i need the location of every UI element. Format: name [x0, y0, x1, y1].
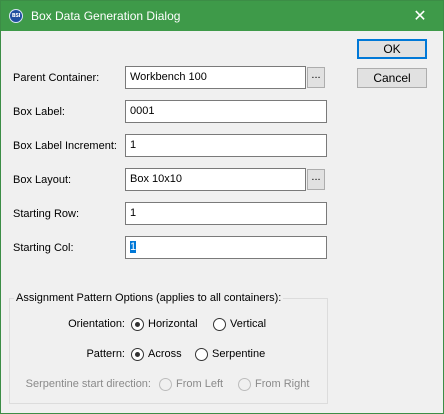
- ok-button[interactable]: OK: [357, 39, 427, 59]
- box-layout-label: Box Layout:: [13, 174, 72, 186]
- serpentine-from-left-radio: [159, 378, 172, 391]
- box-label-label: Box Label:: [13, 106, 65, 118]
- serpentine-start-label: Serpentine start direction:: [25, 378, 151, 390]
- pattern-serpentine-label[interactable]: Serpentine: [212, 348, 265, 360]
- orientation-horizontal-radio[interactable]: [131, 318, 144, 331]
- orientation-label: Orientation:: [68, 318, 125, 330]
- orientation-vertical-radio[interactable]: [213, 318, 226, 331]
- box-label-increment-label: Box Label Increment:: [13, 140, 117, 152]
- starting-row-label: Starting Row:: [13, 208, 80, 220]
- orientation-vertical-label[interactable]: Vertical: [230, 318, 266, 330]
- starting-row-field[interactable]: 1: [125, 202, 327, 225]
- assignment-pattern-title: Assignment Pattern Options (applies to a…: [14, 292, 284, 304]
- box-layout-browse-button[interactable]: ...: [307, 169, 325, 190]
- starting-col-label: Starting Col:: [13, 242, 74, 254]
- serpentine-from-right-radio: [238, 378, 251, 391]
- window-title: Box Data Generation Dialog: [31, 9, 181, 23]
- serpentine-from-left-label: From Left: [176, 378, 224, 390]
- close-button[interactable]: ✕: [397, 1, 443, 31]
- parent-container-label: Parent Container:: [13, 72, 100, 84]
- pattern-across-label[interactable]: Across: [148, 348, 182, 360]
- box-label-increment-field[interactable]: 1: [125, 134, 327, 157]
- parent-container-browse-button[interactable]: ...: [307, 67, 325, 88]
- title-bar[interactable]: BSI Box Data Generation Dialog ✕: [1, 1, 443, 31]
- pattern-serpentine-radio[interactable]: [195, 348, 208, 361]
- box-layout-field[interactable]: Box 10x10: [125, 168, 306, 191]
- starting-col-field[interactable]: 1: [125, 236, 327, 259]
- pattern-label: Pattern:: [86, 348, 125, 360]
- cancel-button[interactable]: Cancel: [357, 68, 427, 88]
- app-logo-icon: BSI: [9, 9, 23, 23]
- pattern-across-radio[interactable]: [131, 348, 144, 361]
- serpentine-from-right-label: From Right: [255, 378, 310, 390]
- parent-container-field[interactable]: Workbench 100: [125, 66, 306, 89]
- starting-col-selected-text: 1: [130, 241, 137, 253]
- dialog-window: BSI Box Data Generation Dialog ✕ OK Canc…: [0, 0, 444, 414]
- box-label-field[interactable]: 0001: [125, 100, 327, 123]
- orientation-horizontal-label[interactable]: Horizontal: [148, 318, 198, 330]
